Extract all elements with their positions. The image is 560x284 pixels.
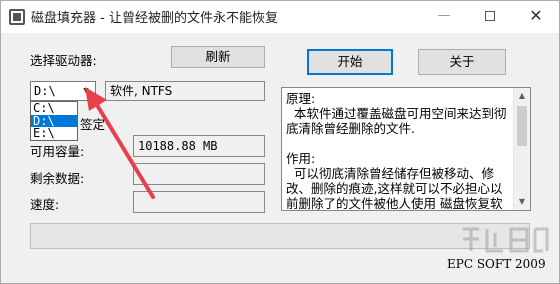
watermark-logo	[463, 227, 549, 253]
start-button[interactable]: 开始	[307, 49, 393, 75]
refresh-button[interactable]: 刷新	[171, 46, 265, 68]
speed-label: 速度:	[30, 197, 60, 212]
description-text: 原理: 本软件通过覆盖磁盘可用空间来达到彻底清除曾经删除的文件. 作用: 可以彻…	[286, 91, 507, 211]
remaining-data-value	[133, 163, 265, 185]
footer-copyright: EPC SOFT 2009	[447, 257, 546, 271]
close-button[interactable]: ✕	[513, 1, 559, 31]
drive-option-e[interactable]: E:\	[31, 127, 77, 140]
drive-combobox[interactable]: D:\ ▼	[30, 81, 96, 101]
minimize-button[interactable]: —	[421, 1, 467, 31]
maximize-icon	[485, 11, 495, 21]
maximize-button[interactable]	[467, 1, 513, 31]
app-window: 磁盘填充器 - 让曾经被删的文件永不能恢复 — ✕ 选择驱动器: 刷新 开始 关…	[0, 0, 560, 284]
available-capacity-value: 10188.88 MB	[133, 135, 265, 157]
available-capacity-label: 可用容量:	[30, 144, 85, 159]
drive-dropdown-list: C:\ D:\ E:\	[30, 101, 78, 141]
remaining-data-label: 剩余数据:	[30, 171, 85, 186]
drive-option-c[interactable]: C:\	[31, 102, 77, 115]
description-scrollbar[interactable]: ▲ ▼	[513, 88, 530, 210]
chevron-down-icon[interactable]: ▼	[79, 83, 93, 99]
description-textbox[interactable]: 原理: 本软件通过覆盖磁盘可用空间来达到彻底清除曾经删除的文件. 作用: 可以彻…	[281, 87, 531, 211]
speed-value	[133, 191, 265, 213]
partial-label: 签定	[80, 117, 106, 132]
app-icon	[9, 9, 25, 25]
title-bar: 磁盘填充器 - 让曾经被删的文件永不能恢复 — ✕	[1, 1, 559, 33]
drive-info-field: 软件, NTFS	[105, 81, 265, 101]
window-title: 磁盘填充器 - 让曾经被删的文件永不能恢复	[31, 11, 278, 26]
scroll-down-icon[interactable]: ▼	[514, 194, 530, 210]
about-button[interactable]: 关于	[418, 49, 506, 75]
drive-selected-value: D:\	[34, 84, 56, 98]
scroll-up-icon[interactable]: ▲	[514, 88, 530, 104]
drive-select-label: 选择驱动器:	[30, 53, 97, 68]
scroll-thumb[interactable]	[517, 106, 527, 146]
progress-bar	[30, 223, 530, 249]
